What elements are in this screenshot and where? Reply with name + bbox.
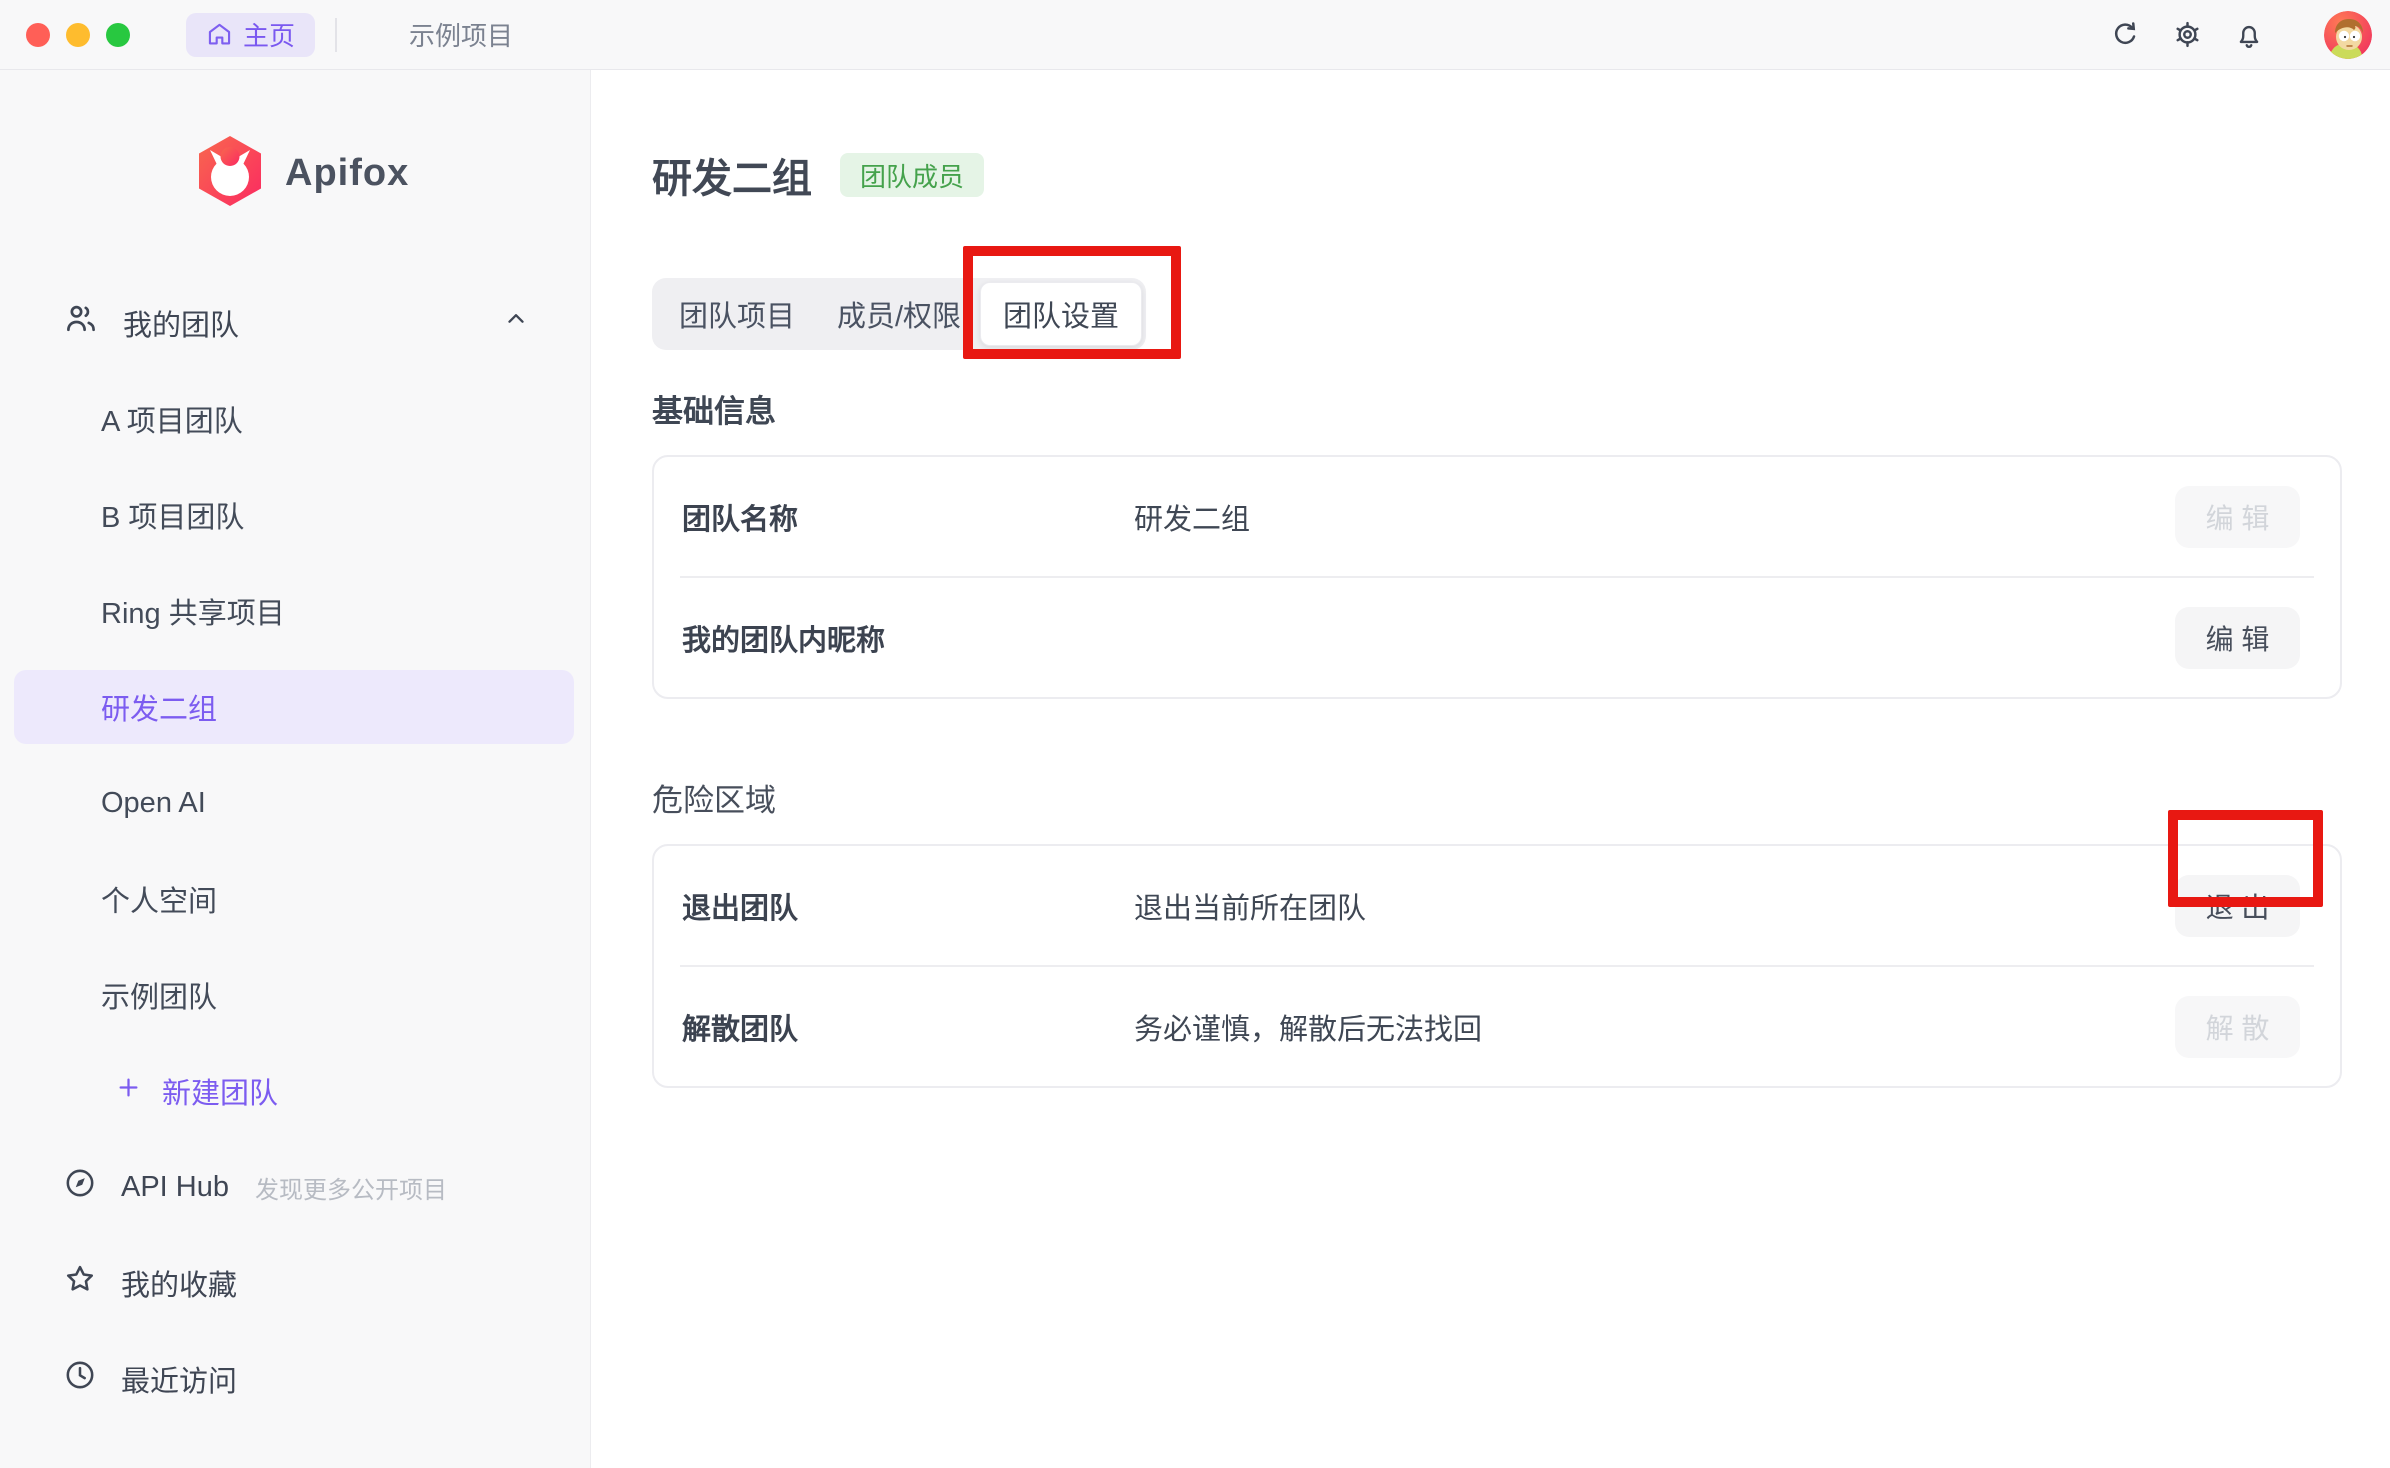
home-button[interactable]: 主页 [186, 13, 315, 57]
clock-icon [63, 1358, 97, 1400]
sidebar-item-recent[interactable]: 最近访问 [0, 1342, 590, 1416]
sidebar-item-team-b[interactable]: B 项目团队 [0, 478, 590, 552]
team-label: 个人空间 [101, 878, 217, 920]
home-button-label: 主页 [243, 16, 295, 53]
favorites-label: 我的收藏 [121, 1262, 237, 1304]
basic-info-card: 团队名称 研发二组 编 辑 我的团队内昵称 编 辑 [652, 455, 2342, 699]
nickname-label: 我的团队内昵称 [682, 617, 1134, 659]
api-hub-hint: 发现更多公开项目 [255, 1170, 447, 1205]
tab-members-permissions[interactable]: 成员/权限 [818, 282, 980, 346]
dissolve-team-desc: 务必谨慎，解散后无法找回 [1134, 1006, 1482, 1048]
dissolve-team-label: 解散团队 [682, 1006, 1134, 1048]
edit-nickname-button[interactable]: 编 辑 [2175, 607, 2300, 669]
apifox-logo: Apifox [197, 136, 590, 210]
team-label: B 项目团队 [101, 494, 244, 536]
page-title: 研发二组 [652, 146, 812, 204]
quit-team-label: 退出团队 [682, 885, 1134, 927]
topbar: 主页 示例项目 [0, 0, 2390, 70]
compass-icon [63, 1166, 97, 1208]
sidebar-menu: 我的团队 A 项目团队 B 项目团队 Ring 共享项目 [0, 286, 590, 1438]
team-people-icon [63, 301, 99, 345]
recent-label: 最近访问 [121, 1358, 237, 1400]
notification-bell-icon[interactable] [2234, 19, 2266, 51]
sidebar-item-ring-shared[interactable]: Ring 共享项目 [0, 574, 590, 648]
tab-team-settings[interactable]: 团队设置 [980, 282, 1142, 346]
project-tab-label[interactable]: 示例项目 [409, 16, 513, 53]
apifox-logo-icon [197, 135, 263, 212]
team-name-value: 研发二组 [1134, 496, 1250, 538]
main-content: 研发二组 团队成员 团队项目 成员/权限 团队设置 基础信息 团队名称 研发二组… [591, 70, 2390, 1468]
apifox-window: 主页 示例项目 [0, 0, 2390, 1468]
quit-team-row: 退出团队 退出当前所在团队 退 出 [654, 846, 2340, 965]
new-team-button[interactable]: 新建团队 [0, 1054, 590, 1128]
sidebar-item-rd-group2-selected[interactable]: 研发二组 [14, 670, 574, 744]
team-tabs: 团队项目 成员/权限 团队设置 [652, 278, 1146, 350]
sidebar: Apifox 我的团队 [0, 70, 591, 1468]
home-icon [206, 21, 233, 48]
dissolve-team-button[interactable]: 解 散 [2175, 996, 2300, 1058]
edit-team-name-button[interactable]: 编 辑 [2175, 486, 2300, 548]
danger-zone-card: 退出团队 退出当前所在团队 退 出 解散团队 务必谨慎，解散后无法找回 解 散 [652, 844, 2342, 1088]
sidebar-item-personal-space[interactable]: 个人空间 [0, 862, 590, 936]
team-label: 研发二组 [101, 686, 217, 728]
user-avatar[interactable] [2324, 11, 2372, 59]
apifox-logo-text: Apifox [285, 152, 409, 195]
team-label: Ring 共享项目 [101, 590, 285, 632]
window-controls [26, 23, 130, 47]
sidebar-item-favorites[interactable]: 我的收藏 [0, 1246, 590, 1320]
topbar-actions [2110, 11, 2372, 59]
team-label: Open AI [101, 787, 206, 820]
dissolve-team-row: 解散团队 务必谨慎，解散后无法找回 解 散 [654, 967, 2340, 1086]
sidebar-item-sample-team[interactable]: 示例团队 [0, 958, 590, 1032]
sidebar-item-api-hub[interactable]: API Hub 发现更多公开项目 [0, 1150, 590, 1224]
role-badge: 团队成员 [840, 153, 984, 197]
chevron-up-icon[interactable] [503, 306, 529, 340]
settings-gear-icon[interactable] [2172, 19, 2204, 51]
quit-team-button[interactable]: 退 出 [2175, 875, 2300, 937]
sidebar-item-my-teams[interactable]: 我的团队 [0, 286, 590, 360]
nickname-row: 我的团队内昵称 编 辑 [654, 578, 2340, 697]
sync-icon[interactable] [2110, 19, 2142, 51]
team-label: A 项目团队 [101, 398, 243, 440]
topbar-divider [335, 18, 337, 52]
new-team-label: 新建团队 [162, 1070, 278, 1112]
team-name-row: 团队名称 研发二组 编 辑 [654, 457, 2340, 576]
sidebar-item-open-ai[interactable]: Open AI [0, 766, 590, 840]
minimize-window-button[interactable] [66, 23, 90, 47]
api-hub-label: API Hub [121, 1171, 229, 1204]
zoom-window-button[interactable] [106, 23, 130, 47]
sidebar-item-team-a[interactable]: A 项目团队 [0, 382, 590, 456]
basic-info-heading: 基础信息 [652, 386, 2390, 431]
tab-team-projects[interactable]: 团队项目 [656, 282, 818, 346]
star-icon [63, 1262, 97, 1304]
close-window-button[interactable] [26, 23, 50, 47]
quit-team-desc: 退出当前所在团队 [1134, 885, 1366, 927]
team-name-label: 团队名称 [682, 496, 1134, 538]
sidebar-item-label: 我的团队 [123, 302, 239, 344]
danger-zone-heading: 危险区域 [652, 775, 2390, 820]
plus-icon [115, 1074, 142, 1109]
team-label: 示例团队 [101, 974, 217, 1016]
